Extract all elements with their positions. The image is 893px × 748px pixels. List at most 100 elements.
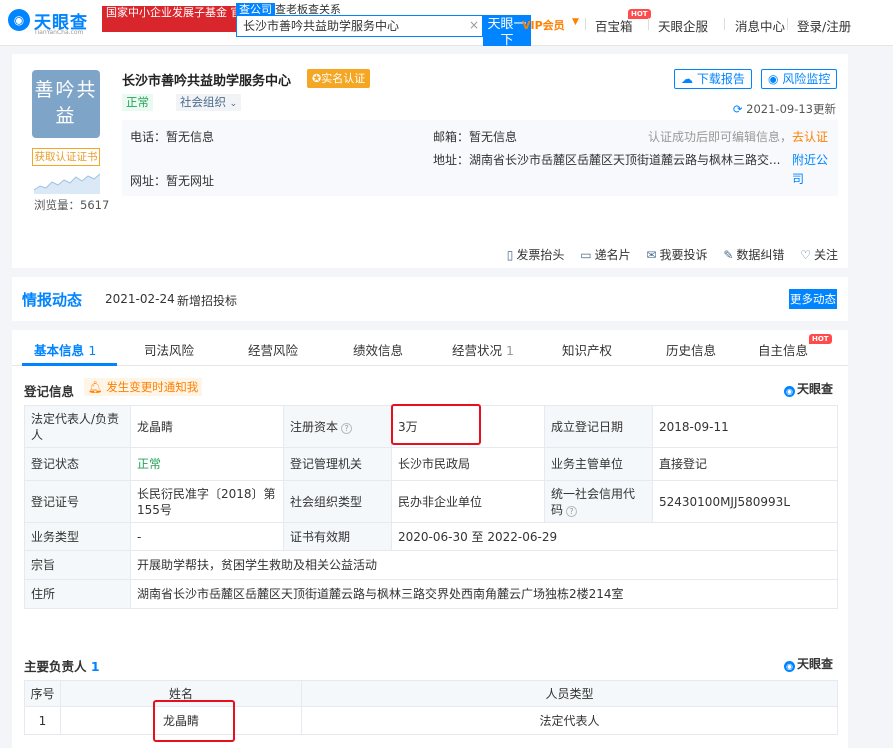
table-row: 1 龙晶睛 法定代表人 [24,706,838,735]
nav-login[interactable]: 登录/注册 [797,16,851,35]
tab-self-info[interactable]: 自主信息 [758,340,808,359]
tab-count: 1 [88,343,97,358]
people-count: 1 [90,659,100,674]
table-header-row: 序号 姓名 人员类型 [24,680,838,707]
nav-divider [724,18,725,30]
download-report-button[interactable]: ☁ 下载报告 [674,69,752,89]
tianyancha-mark: ◉ 天眼查 [784,655,833,672]
tab-performance[interactable]: 绩效信息 [353,340,403,359]
biz-type-label: 业务类型 [24,522,131,551]
nav-messages[interactable]: 消息中心 [735,16,785,35]
tab-business-risk[interactable]: 经营风险 [248,340,298,359]
company-tools: ▯ 发票抬头 ▭ 递名片 ✉ 我要投诉 ✎ 数据纠错 ♡ 关注 [495,246,838,263]
cert-validity-label: 证书有效期 [283,522,392,551]
get-cert-button[interactable]: 获取认证证书 [32,148,100,166]
company-logo: 善吟共益 [32,70,100,138]
supervisor-value: 直接登记 [652,447,838,481]
bell-icon: 🔔︎ [88,380,103,394]
chevron-down-icon[interactable]: ▼ [572,17,579,27]
logo-subtext: TianYanCha.com [34,29,84,36]
follow-tool[interactable]: ♡ 关注 [800,248,838,262]
legal-rep-label: 法定代表人/负责人 [24,405,131,448]
credit-code-label: 统一社会信用代码? [544,480,653,523]
tab-judicial-risk[interactable]: 司法风险 [144,340,194,359]
more-intel-button[interactable]: 更多动态 [789,289,837,309]
address-info: 地址：湖南省长沙市岳麓区岳麓区天顶街道麓云路与枫林三路交... [433,153,781,167]
change-notify-label: 发生变更时通知我 [106,380,199,394]
intel-date: 2021-02-24 [105,292,175,306]
update-time: ⟳ 2021-09-13更新 [733,101,836,117]
org-type-tag[interactable]: 社会组织 ⌄ [176,94,242,111]
intel-card: 情报动态 2021-02-24 新增招投标 更多动态 [12,277,848,321]
reg-cert-no-label: 登记证号 [24,480,131,523]
intel-text[interactable]: 新增招投标 [177,292,237,309]
auth-hint: 认证成功后即可编辑信息，去认证 [648,128,828,145]
table-row: 业务类型 - 证书有效期 2020-06-30 至 2022-06-29 [24,522,838,551]
status-tag: 正常 [122,94,153,111]
col-header-role: 人员类型 [301,680,838,707]
reg-capital-label: 注册资本? [283,405,392,448]
org-type-label: 社会组织类型 [283,480,392,523]
send-card-label: 递名片 [594,248,631,262]
registration-title: 登记信息 [24,384,75,399]
tab-history[interactable]: 历史信息 [666,340,716,359]
search-input[interactable]: 长沙市善吟共益助学服务中心 [236,15,483,37]
credit-code-label-text: 统一社会信用代码 [551,486,636,517]
tab-label: 绩效信息 [353,343,404,358]
website-info: 网址：暂无网址 [130,174,215,188]
go-auth-link[interactable]: 去认证 [792,130,828,144]
tab-label: 知识产权 [562,343,613,358]
help-icon[interactable]: ? [566,505,578,517]
vip-link[interactable]: VIP会员 [522,17,565,33]
tab-basic-info[interactable]: 基本信息 1 [34,340,96,359]
data-correction-tool[interactable]: ✎ 数据纠错 [723,248,784,262]
risk-monitor-label: 风险监控 [782,72,831,86]
tab-label: 历史信息 [666,343,717,358]
reg-authority-value: 长沙市民政局 [391,447,545,481]
change-notify-button[interactable]: 🔔︎ 发生变更时通知我 [84,378,203,396]
active-tab-indicator [22,363,117,366]
verified-icon: ✪ [312,72,322,85]
hot-badge: HOT [809,334,832,344]
company-name: 长沙市善吟共益助学服务中心 [122,74,292,89]
complain-tool[interactable]: ✉ 我要投诉 [646,248,707,262]
main-card: 基本信息 1 司法风险 经营风险 绩效信息 经营状况 1 知识产权 历史信息 自… [12,330,848,748]
follow-label: 关注 [813,248,838,262]
nav-toolbox[interactable]: 百宝箱 [595,16,633,35]
clear-icon[interactable]: × [469,18,479,32]
tab-label: 基本信息 [34,343,85,358]
realname-badge[interactable]: ✪实名认证 [307,69,371,88]
table-row: 宗旨 开展助学帮扶，贫困学生救助及相关公益活动 [24,550,838,580]
tab-label: 自主信息 [758,343,809,358]
reg-status-label: 登记状态 [24,447,131,481]
org-type-value: 民办非企业单位 [391,480,545,523]
refresh-icon[interactable]: ⟳ [733,102,743,116]
nearby-companies-link[interactable]: 附近公司 [792,151,828,189]
legal-rep-value[interactable]: 龙晶睛 [130,405,284,448]
edit-icon: ✎ [723,248,734,262]
org-type-label: 社会组织 [180,95,226,109]
tab-ip[interactable]: 知识产权 [562,340,612,359]
nav-enterprise-service[interactable]: 天眼企服 [658,16,708,35]
eye-logo-icon: ◉ [784,661,795,672]
send-card-tool[interactable]: ▭ 递名片 [580,248,630,262]
reg-cert-no-value: 长民衍民准字〔2018〕第155号 [130,480,284,523]
supervisor-label: 业务主管单位 [544,447,653,481]
invoice-title-label: 发票抬头 [516,248,565,262]
credit-code-value: 52430100MJJ580993L [652,480,838,523]
tab-operation-status[interactable]: 经营状况 1 [452,340,514,359]
complain-label: 我要投诉 [659,248,708,262]
reg-authority-label: 登记管理机关 [283,447,392,481]
site-logo[interactable]: ◉ 天眼查 TianYanCha.com [8,8,98,36]
chevron-down-icon: ⌄ [229,99,238,109]
help-icon[interactable]: ? [341,422,353,434]
tab-label: 经营状况 [452,343,503,358]
promo-banner[interactable]: 国家中小企业发展子基金 官方备案企业征信 [102,6,237,32]
invoice-title-tool[interactable]: ▯ 发票抬头 [507,248,565,262]
residence-value: 湖南省长沙市岳麓区岳麓区天顶街道麓云路与枫林三路交界处西南角麓云广场独栋2楼21… [130,579,838,609]
nav-divider [787,18,788,30]
risk-monitor-button[interactable]: ◉ 风险监控 [761,69,838,89]
nav-divider [585,18,586,30]
nav-divider [648,18,649,30]
table-row: 登记证号 长民衍民准字〔2018〕第155号 社会组织类型 民办非企业单位 统一… [24,480,838,523]
